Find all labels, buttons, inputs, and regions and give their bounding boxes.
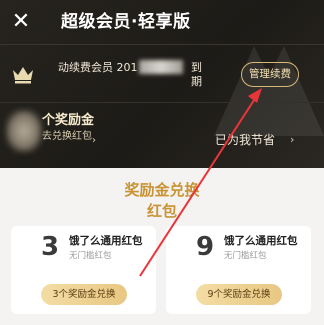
chevron-right-icon: ›: [92, 135, 96, 146]
coupon-description: 无门槛红包: [224, 251, 267, 261]
reward-balance-title: 个奖励金: [42, 113, 95, 128]
crown-icon: [13, 67, 33, 84]
coupon-name: 饿了么通用红包: [224, 235, 298, 247]
coupon-card: 3 饿了么通用红包 无门槛红包 3个奖励金兑换: [11, 226, 156, 314]
redacted-date: [138, 60, 183, 74]
page-title: 超级会员·轻享版: [61, 12, 191, 32]
redeem-button[interactable]: 3个奖励金兑换: [41, 284, 127, 305]
section-title: 奖励金兑换红包: [124, 181, 200, 220]
membership-status-prefix: 动续费会员 201: [58, 61, 138, 74]
coupon-cost: 9: [196, 232, 215, 262]
chevron-right-icon: ›: [290, 133, 295, 146]
member-header: ✕ 超级会员·轻享版 动续费会员 201 到 期 管理续费 个奖励金 去兑换红包…: [0, 0, 324, 168]
coupon-cost: 3: [41, 232, 60, 262]
coupon-name: 饿了么通用红包: [69, 235, 143, 247]
background-emblem: [214, 46, 324, 136]
divider: [0, 44, 324, 45]
savings-label[interactable]: 已为我节省: [215, 131, 275, 149]
coupon-card: 9 饿了么通用红包 无门槛红包 9个奖励金兑换: [166, 226, 311, 314]
manage-renewal-button[interactable]: 管理续费: [241, 62, 299, 87]
top-bar: ✕ 超级会员·轻享版: [0, 0, 324, 44]
redacted-reward-count: [6, 110, 42, 152]
redeem-button[interactable]: 9个奖励金兑换: [196, 284, 282, 305]
redeem-reward-link[interactable]: 去兑换红包: [42, 131, 92, 143]
coupon-description: 无门槛红包: [69, 251, 112, 261]
close-icon[interactable]: ✕: [8, 8, 34, 36]
divider: [0, 102, 324, 103]
membership-status-suffix-2: 期: [191, 75, 202, 88]
